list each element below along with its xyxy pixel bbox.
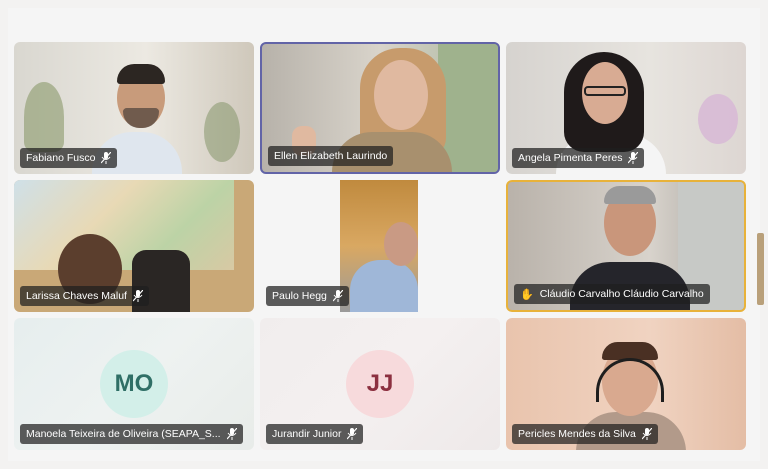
person-beard bbox=[123, 108, 159, 128]
participant-tile-paulo[interactable]: Paulo Hegg bbox=[260, 180, 500, 312]
participant-tile-fabiano[interactable]: Fabiano Fusco bbox=[14, 42, 254, 174]
person-head bbox=[384, 222, 418, 266]
avatar: MO bbox=[100, 350, 168, 418]
participant-name: Jurandir Junior bbox=[272, 428, 342, 440]
nameplate: Fabiano Fusco bbox=[20, 148, 118, 168]
mic-muted-icon bbox=[226, 428, 237, 440]
participant-tile-larissa[interactable]: Larissa Chaves Maluf bbox=[14, 180, 254, 312]
nameplate: Larissa Chaves Maluf bbox=[20, 286, 149, 306]
overflow-video-preview[interactable] bbox=[757, 233, 764, 305]
participant-name: Pericles Mendes da Silva bbox=[518, 428, 636, 440]
person-hair bbox=[604, 186, 656, 204]
avatar-initials: MO bbox=[114, 370, 154, 397]
person-head bbox=[374, 60, 428, 130]
nameplate: ✋ Cláudio Carvalho Cláudio Carvalho bbox=[514, 284, 710, 304]
mic-muted-icon bbox=[332, 290, 343, 302]
plant-decoration bbox=[24, 82, 64, 152]
nameplate: Paulo Hegg bbox=[266, 286, 349, 306]
participant-name: Larissa Chaves Maluf bbox=[26, 290, 127, 302]
nameplate: Angela Pimenta Peres bbox=[512, 148, 645, 168]
mic-muted-icon bbox=[101, 152, 112, 164]
participant-name: Cláudio Carvalho Cláudio Carvalho bbox=[539, 288, 704, 300]
avatar: JJ bbox=[346, 350, 414, 418]
participant-name: Angela Pimenta Peres bbox=[518, 152, 623, 164]
participant-tile-ellen[interactable]: Ellen Elizabeth Laurindo bbox=[260, 42, 500, 174]
avatar-initials: JJ bbox=[366, 370, 394, 397]
participant-name: Ellen Elizabeth Laurindo bbox=[274, 150, 388, 162]
plant-decoration-right bbox=[204, 102, 240, 162]
portrait-video bbox=[340, 180, 418, 312]
participant-tile-manoela[interactable]: MO Manoela Teixeira de Oliveira (SEAPA_S… bbox=[14, 318, 254, 450]
world-map bbox=[14, 180, 234, 270]
nameplate: Pericles Mendes da Silva bbox=[512, 424, 658, 444]
nameplate: Ellen Elizabeth Laurindo bbox=[268, 146, 394, 166]
person-body bbox=[350, 260, 418, 312]
participant-tile-pericles[interactable]: Pericles Mendes da Silva bbox=[506, 318, 746, 450]
flower-decoration bbox=[698, 94, 738, 144]
mic-muted-icon bbox=[347, 428, 358, 440]
video-grid: Fabiano Fusco Ellen Elizabeth Laurindo A… bbox=[8, 8, 764, 461]
glasses-icon bbox=[584, 86, 626, 96]
person-hair bbox=[117, 64, 165, 84]
participant-tile-claudio[interactable]: ✋ Cláudio Carvalho Cláudio Carvalho bbox=[506, 180, 746, 312]
mic-muted-icon bbox=[641, 428, 652, 440]
mic-muted-icon bbox=[628, 152, 639, 164]
nameplate: Jurandir Junior bbox=[266, 424, 364, 444]
raised-hand-icon: ✋ bbox=[520, 288, 534, 301]
nameplate: Manoela Teixeira de Oliveira (SEAPA_S... bbox=[20, 424, 243, 444]
participant-tile-jurandir[interactable]: JJ Jurandir Junior bbox=[260, 318, 500, 450]
mic-muted-icon bbox=[132, 290, 143, 302]
participant-name: Manoela Teixeira de Oliveira (SEAPA_S... bbox=[26, 428, 221, 440]
participant-tile-angela[interactable]: Angela Pimenta Peres bbox=[506, 42, 746, 174]
participant-name: Paulo Hegg bbox=[272, 290, 327, 302]
participant-name: Fabiano Fusco bbox=[26, 152, 96, 164]
